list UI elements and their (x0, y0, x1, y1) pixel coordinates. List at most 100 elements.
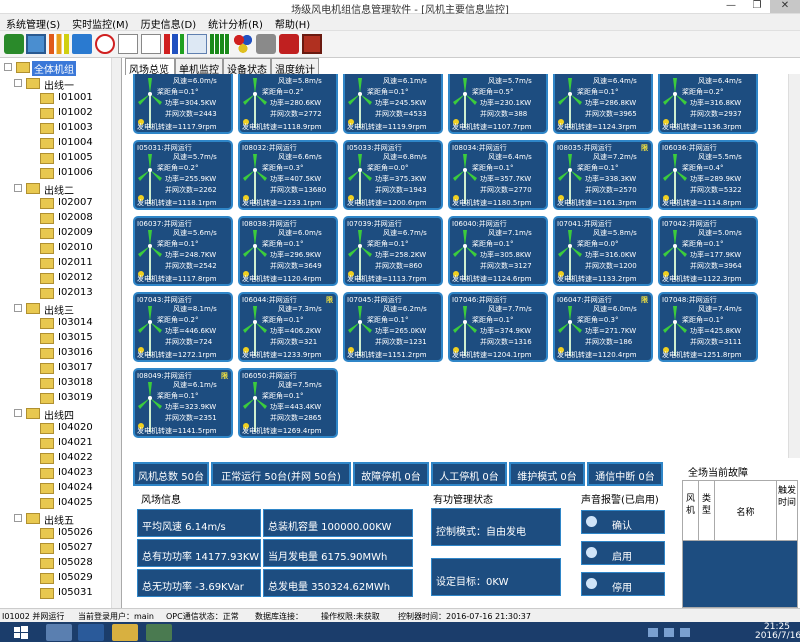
turbine-card[interactable]: I07045:并网运行 风速=6.2m/s 桨距角=0.1° 功率=265.0KW 并网… (343, 292, 443, 362)
turbine-card[interactable]: I07043:并网运行 风速=8.1m/s 桨距角=0.2° 功率=446.6KW 并网… (133, 292, 233, 362)
monitor-icon[interactable] (26, 34, 46, 54)
column-chart-icon[interactable] (164, 34, 184, 54)
tree-group[interactable]: 出线四 (14, 406, 114, 422)
turbine-card[interactable]: I07039:并网运行 风速=6.7m/s 桨距角=0.1° 功率=258.2KW 并网… (343, 216, 443, 286)
turbine-card[interactable]: 风速=6.4m/s 桨距角=0.1° 功率=286.8KW 并网次数=3965 发电机转… (553, 74, 653, 134)
clock-icon[interactable] (95, 34, 115, 54)
tree-group[interactable]: 出线二 (14, 181, 114, 197)
confirm-alarm-button[interactable]: 确认 (581, 510, 665, 534)
network-icon[interactable] (648, 628, 658, 637)
turbine-card[interactable]: I07048:并网运行 风速=7.4m/s 桨距角=0.1° 功率=425.8KW 并网… (658, 292, 758, 362)
area-chart-icon[interactable] (72, 34, 92, 54)
turbine-card[interactable]: I08038:并网运行 风速=6.0m/s 桨距角=0.1° 功率=296.9KW 并网… (238, 216, 338, 286)
tree-item[interactable]: I04022 (26, 451, 116, 466)
tree-item[interactable]: I05028 (26, 556, 116, 571)
tab-single-monitor[interactable]: 单机监控 (175, 58, 223, 76)
minimize-button[interactable]: — (718, 0, 744, 13)
turbine-card[interactable]: I06044:并网运行限风速=7.3m/s 桨距角=0.1° 功率=406.2KW 并… (238, 292, 338, 362)
turbine-card[interactable]: I05033:并网运行 风速=6.8m/s 桨距角=0.0° 功率=375.3KW 并网… (343, 140, 443, 210)
turbine-card[interactable]: 风速=5.8m/s 桨距角=0.2° 功率=280.6KW 并网次数=2772 发电机转… (238, 74, 338, 134)
menu-system[interactable]: 系统管理(S) (0, 14, 66, 31)
turbine-card[interactable]: 风速=6.4m/s 桨距角=0.2° 功率=316.8KW 并网次数=2937 发电机转… (658, 74, 758, 134)
menu-realtime[interactable]: 实时监控(M) (66, 14, 134, 31)
enable-alarm-button[interactable]: 启用 (581, 541, 665, 565)
tree-item[interactable]: I02007 (26, 196, 116, 211)
start-button[interactable] (2, 624, 40, 641)
tree-group[interactable]: 出线一 (14, 76, 114, 92)
tree-item[interactable]: I01005 (26, 151, 116, 166)
tree-item[interactable]: I02009 (26, 226, 116, 241)
tree-item[interactable]: I02013 (26, 286, 116, 301)
tree-item[interactable]: I02008 (26, 211, 116, 226)
turbine-card[interactable]: I06040:并网运行 风速=7.1m/s 桨距角=0.1° 功率=305.8KW 并网… (448, 216, 548, 286)
tree-root[interactable]: 全体机组 (4, 60, 114, 76)
turbine-card[interactable]: I08034:并网运行 风速=6.4m/s 桨距角=0.1° 功率=357.7KW 并网… (448, 140, 548, 210)
tree-expander[interactable] (14, 514, 22, 522)
turbine-card[interactable]: I06036:并网运行 风速=5.5m/s 桨距角=0.4° 功率=289.9KW 并网… (658, 140, 758, 210)
tree-item[interactable]: I04025 (26, 496, 116, 511)
turbine-card[interactable]: I07041:并网运行 风速=5.8m/s 桨距角=0.0° 功率=316.0KW 并网… (553, 216, 653, 286)
grid-icon[interactable] (210, 34, 230, 54)
fault-table[interactable]: 风机 类型 名称 触发时间 (682, 480, 798, 608)
tree-item[interactable]: I03017 (26, 361, 116, 376)
tree-expander[interactable] (14, 184, 22, 192)
bar-chart-icon[interactable] (49, 34, 69, 54)
settings-icon[interactable] (256, 34, 276, 54)
tree-group[interactable]: 出线五 (14, 511, 114, 527)
line-chart-icon[interactable] (118, 34, 138, 54)
tree-item[interactable]: I05026 (26, 526, 116, 541)
turbine-card[interactable]: I06037:并网运行 风速=5.6m/s 桨距角=0.1° 功率=248.7KW 并网… (133, 216, 233, 286)
tree-item[interactable]: I01003 (26, 121, 116, 136)
tree-item[interactable]: I03019 (26, 391, 116, 406)
turbine-card[interactable]: 风速=6.1m/s 桨距角=0.1° 功率=245.5KW 并网次数=4533 发电机转… (343, 74, 443, 134)
tree-expander[interactable] (14, 304, 22, 312)
disable-alarm-button[interactable]: 停用 (581, 572, 665, 596)
tree-group[interactable]: 出线三 (14, 301, 114, 317)
turbine-card[interactable]: I05031:并网运行 风速=5.7m/s 桨距角=0.2° 功率=255.9KW 并网… (133, 140, 233, 210)
volume-icon[interactable] (664, 628, 674, 637)
flag-icon[interactable] (680, 628, 690, 637)
tree-item[interactable]: I05029 (26, 571, 116, 586)
tab-device-status[interactable]: 设备状态 (223, 58, 271, 76)
tree-scrollbar[interactable] (111, 58, 121, 608)
turbine-card[interactable]: I08049:并网运行限风速=6.1m/s 桨距角=0.1° 功率=323.9KW 并… (133, 368, 233, 438)
tree-expander[interactable] (4, 63, 12, 71)
tree-item[interactable]: I02012 (26, 271, 116, 286)
tab-temperature-stats[interactable]: 温度统计 (271, 58, 319, 76)
menu-history[interactable]: 历史信息(D) (135, 14, 203, 31)
tree-item[interactable]: I01004 (26, 136, 116, 151)
turbine-card[interactable]: 风速=5.7m/s 桨距角=0.5° 功率=230.1KW 并网次数=388 发电机转速… (448, 74, 548, 134)
tree-item[interactable]: I03014 (26, 316, 116, 331)
tree-item[interactable]: I04020 (26, 421, 116, 436)
tree-item[interactable]: I02011 (26, 256, 116, 271)
turbine-card[interactable]: I06050:并网运行 风速=7.5m/s 桨距角=0.1° 功率=443.4KW 并网… (238, 368, 338, 438)
exit-icon[interactable] (302, 34, 322, 54)
color-circles-icon[interactable] (233, 34, 253, 54)
tree-item[interactable]: I02010 (26, 241, 116, 256)
text-chart-icon[interactable] (187, 34, 207, 54)
turbine-grid-scrollbar[interactable] (788, 74, 800, 458)
refresh-icon[interactable] (4, 34, 24, 54)
tree-item[interactable]: I05027 (26, 541, 116, 556)
turbine-card[interactable]: 风速=6.0m/s 桨距角=0.1° 功率=304.5KW 并网次数=2443 发电机转… (133, 74, 233, 134)
taskbar-app-1[interactable] (46, 624, 72, 641)
folder-icon[interactable] (112, 624, 138, 641)
tree-item[interactable]: I03018 (26, 376, 116, 391)
taskbar-app-4[interactable] (146, 624, 172, 641)
tree-item[interactable]: I03016 (26, 346, 116, 361)
tree-item[interactable]: I01006 (26, 166, 116, 181)
turbine-card[interactable]: I07046:并网运行 风速=7.7m/s 桨距角=0.1° 功率=374.9KW 并网… (448, 292, 548, 362)
menu-help[interactable]: 帮助(H) (269, 14, 316, 31)
turbine-card[interactable]: I07042:并网运行 风速=5.0m/s 桨距角=0.1° 功率=177.9KW 并网… (658, 216, 758, 286)
tree-item[interactable]: I04021 (26, 436, 116, 451)
tree-item[interactable]: I03015 (26, 331, 116, 346)
tree-expander[interactable] (14, 79, 22, 87)
curve-chart-icon[interactable] (141, 34, 161, 54)
tree-item[interactable]: I04023 (26, 466, 116, 481)
close-button[interactable]: ✕ (770, 0, 800, 13)
tab-farm-overview[interactable]: 风场总览 (125, 58, 175, 76)
tree-item[interactable]: I04024 (26, 481, 116, 496)
tree-item[interactable]: I01002 (26, 106, 116, 121)
taskbar-clock[interactable]: 21:25 2016/7/16 (755, 623, 800, 641)
turbine-card[interactable]: I08032:并网运行 风速=6.6m/s 桨距角=0.3° 功率=407.5KW 并网… (238, 140, 338, 210)
